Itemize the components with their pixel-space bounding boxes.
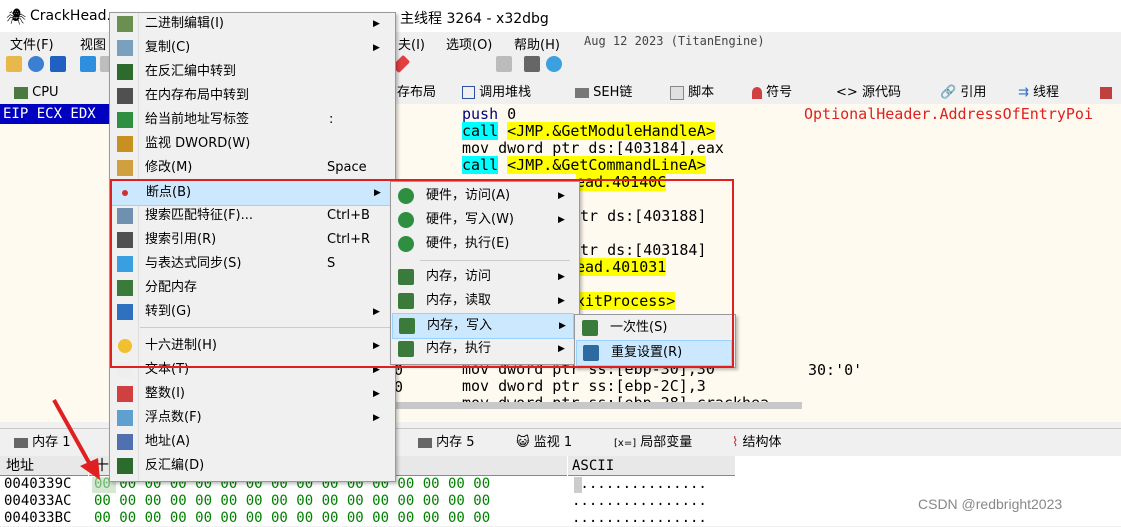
menu-plugins[interactable]: 夫(I) bbox=[398, 34, 425, 53]
entry-point-comment: OptionalHeader.AddressOfEntryPoi bbox=[804, 105, 1093, 123]
address-icon bbox=[117, 434, 133, 450]
dump-header-ascii: ASCII bbox=[568, 456, 735, 476]
red-box-annotation bbox=[110, 179, 734, 368]
menu-item-5[interactable]: 监视 DWORD(W) bbox=[111, 132, 390, 156]
menu-item-label: 整数(I) bbox=[145, 386, 185, 401]
tab-handles[interactable] bbox=[1100, 83, 1112, 103]
build-date: Aug 12 2023 (TitanEngine) bbox=[584, 34, 765, 48]
handles-icon bbox=[1100, 86, 1112, 99]
menu-item-label: 浮点数(F) bbox=[145, 410, 202, 425]
ascii-cursor bbox=[574, 477, 582, 493]
open-icon[interactable] bbox=[6, 56, 22, 72]
tab-source[interactable]: <> 源代码 bbox=[836, 83, 901, 103]
tab-struct[interactable]: ⌇ 结构体 bbox=[732, 433, 782, 453]
pencil-icon bbox=[117, 160, 133, 176]
tab-locals[interactable]: [x=] 局部变量 bbox=[614, 433, 692, 453]
menu-item-label: 在内存布局中转到 bbox=[145, 88, 250, 103]
menu-item-shortcut: Space bbox=[327, 160, 367, 175]
script-icon bbox=[670, 85, 684, 100]
window-title-left: CrackHead.e bbox=[30, 8, 120, 24]
disasm-line[interactable]: call <JMP.&GetModuleHandleA> bbox=[462, 122, 715, 140]
callstack-icon bbox=[462, 86, 475, 99]
horizontal-scrollbar[interactable] bbox=[394, 402, 802, 409]
menu-item-shortcut: : bbox=[329, 112, 334, 127]
tab-script[interactable]: 脚本 bbox=[670, 83, 714, 103]
menu-item-15[interactable]: 整数(I) ▶ bbox=[111, 382, 390, 406]
submenu-arrow-icon: ▶ bbox=[373, 389, 380, 399]
disasm-line[interactable]: mov dword ptr ss:[ebp-2C],3 bbox=[462, 378, 706, 395]
strings-icon[interactable] bbox=[496, 56, 512, 72]
menu-item-label: 修改(M) bbox=[145, 160, 193, 175]
dump-row[interactable]: 004033BC 00 00 00 00 00 00 00 00 00 00 00… bbox=[0, 510, 735, 527]
copy-icon bbox=[117, 40, 133, 56]
menu-item-16[interactable]: 浮点数(F) ▶ bbox=[111, 406, 390, 430]
binary-edit-icon bbox=[117, 16, 133, 32]
struct-icon: ⌇ bbox=[732, 435, 739, 450]
menu-item-4[interactable]: 给当前地址写标签: bbox=[111, 108, 390, 132]
integer-icon bbox=[117, 386, 133, 402]
tab-dump-5[interactable]: 内存 5 bbox=[418, 433, 475, 453]
watch-icon bbox=[117, 136, 133, 152]
menu-item-label: 反汇编(D) bbox=[145, 458, 205, 473]
menu-item-1[interactable]: 复制(C) ▶ bbox=[111, 36, 390, 60]
menu-item-label: 地址(A) bbox=[145, 434, 191, 449]
disasm-line[interactable]: push 0 bbox=[462, 106, 516, 123]
disasm-goto-icon bbox=[117, 64, 133, 80]
tab-threads[interactable]: ⇉ 线程 bbox=[1018, 83, 1059, 103]
stop-icon[interactable] bbox=[50, 56, 66, 72]
menu-view[interactable]: 视图 bbox=[80, 34, 106, 53]
menu-item-6[interactable]: 修改(M) Space bbox=[111, 156, 390, 180]
menu-item-label: 二进制编辑(I) bbox=[145, 16, 224, 31]
menu-item-0[interactable]: 二进制编辑(I) ▶ bbox=[111, 12, 390, 36]
menu-item-label: 监视 DWORD(W) bbox=[145, 136, 251, 151]
window-title: 主线程 3264 - x32dbg bbox=[400, 11, 549, 27]
disasm-line[interactable]: call <JMP.&GetCommandLineA> bbox=[462, 156, 706, 174]
tab-symbols[interactable]: 符号 bbox=[752, 83, 792, 103]
locals-icon: [x=] bbox=[614, 438, 637, 449]
tab-seh[interactable]: SEH链 bbox=[575, 83, 632, 103]
ascii-comment: 30:'0' bbox=[808, 361, 863, 379]
menu-item-2[interactable]: 在反汇编中转到 bbox=[111, 60, 390, 84]
link-icon: 🔗 bbox=[940, 85, 957, 100]
bug-app-icon: 🕷 bbox=[6, 7, 27, 26]
label-icon bbox=[117, 112, 133, 128]
menu-file[interactable]: 文件(F) bbox=[10, 34, 54, 53]
submenu-arrow-icon: ▶ bbox=[373, 19, 380, 29]
menu-options[interactable]: 选项(O) bbox=[446, 34, 492, 53]
tab-memory-map[interactable]: 存布局 bbox=[397, 83, 436, 103]
menu-item-label: 在反汇编中转到 bbox=[145, 64, 237, 79]
menu-help[interactable]: 帮助(H) bbox=[514, 34, 560, 53]
register-labels: EIP ECX EDX bbox=[0, 104, 112, 124]
memory-icon bbox=[14, 437, 28, 448]
disasm-line[interactable]: mov dword ptr ds:[403184],eax bbox=[462, 140, 724, 157]
menu-item-3[interactable]: 在内存布局中转到 bbox=[111, 84, 390, 108]
float-icon bbox=[117, 410, 133, 426]
disasm-icon bbox=[117, 458, 133, 474]
menu-item-label: 复制(C) bbox=[145, 40, 191, 55]
submenu-arrow-icon: ▶ bbox=[373, 413, 380, 423]
cpu-icon bbox=[14, 86, 28, 99]
red-arrow-annotation bbox=[52, 399, 100, 480]
watermark: CSDN @redbright2023 bbox=[918, 496, 1063, 512]
menu-item-label: 给当前地址写标签 bbox=[145, 112, 250, 127]
memory-icon bbox=[418, 437, 432, 448]
run-icon[interactable] bbox=[80, 56, 96, 72]
watch-tab-icon: 😺 bbox=[516, 435, 530, 450]
menu-item-17[interactable]: 地址(A) bbox=[111, 430, 390, 454]
symbols-icon bbox=[752, 86, 762, 99]
tab-cpu[interactable]: CPU bbox=[14, 83, 59, 103]
calculator-icon[interactable] bbox=[524, 56, 540, 72]
tab-references[interactable]: 🔗 引用 bbox=[940, 83, 986, 103]
globe-icon[interactable] bbox=[546, 56, 562, 72]
seh-icon bbox=[575, 87, 589, 98]
memmap-goto-icon bbox=[117, 88, 133, 104]
tab-watch-1[interactable]: 😺 监视 1 bbox=[516, 433, 572, 453]
source-icon: <> bbox=[836, 85, 858, 100]
restart-icon[interactable] bbox=[28, 56, 44, 72]
submenu-arrow-icon: ▶ bbox=[373, 43, 380, 53]
tab-call-stack[interactable]: 调用堆栈 bbox=[462, 83, 531, 103]
dump-row[interactable]: 004033AC 00 00 00 00 00 00 00 00 00 00 00… bbox=[0, 493, 735, 510]
menu-item-18[interactable]: 反汇编(D) bbox=[111, 454, 390, 478]
threads-icon: ⇉ bbox=[1018, 85, 1029, 100]
